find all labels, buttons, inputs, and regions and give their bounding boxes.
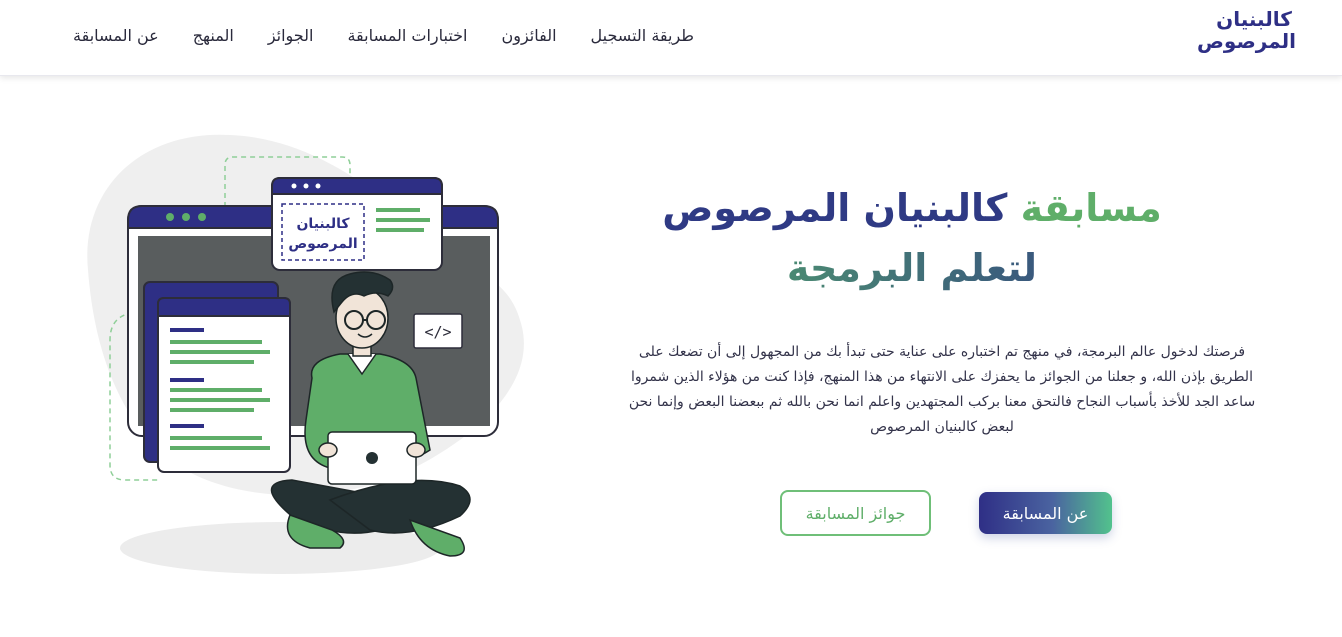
top-navbar: كالبنيان المرصوص عن المسابقة المنهج الجو… [0,0,1342,76]
nav-link-tests[interactable]: اختبارات المسابقة [347,26,467,45]
nav-link-winners[interactable]: الفائزون [501,26,556,45]
browser-dot-3 [198,213,206,221]
about-competition-button[interactable]: عن المسابقة [979,492,1112,534]
nav-link-curriculum[interactable]: المنهج [193,26,234,45]
hero-title-word-2: كالبنيان المرصوص [662,186,1008,230]
hero-title-word-1: مسابقة [1020,186,1162,230]
logo-line-1: كالبنيان [1216,7,1292,31]
nav-link-about[interactable]: عن المسابقة [73,26,159,45]
front-document [157,297,291,473]
nav-link-registration[interactable]: طريقة التسجيل [591,26,694,45]
logo-card-header [271,177,443,195]
main-nav: عن المسابقة المنهج الجوائز اختبارات المس… [73,0,694,70]
hero-description: فرصتك لدخول عالم البرمجة، في منهج تم اخت… [628,344,1256,435]
logo-card-text-2: المرصوص [288,236,357,252]
hero-title-line-1: مسابقة كالبنيان المرصوص [632,178,1192,238]
logo-line-2: المرصوص [1197,29,1296,53]
hero-title: مسابقة كالبنيان المرصوص لتعلم البرمجة [632,178,1192,298]
nav-link-prizes[interactable]: الجوائز [268,26,314,45]
competition-prizes-button[interactable]: جوائز المسابقة [780,490,931,536]
browser-dot-1 [166,213,174,221]
browser-dot-2 [182,213,190,221]
code-tag-text: </> [424,323,451,341]
front-document-header [157,297,291,317]
site-logo[interactable]: كالبنيان المرصوص [1197,7,1296,58]
logo-card-text-1: كالبنيان [296,216,350,232]
hero-title-line-2: لتعلم البرمجة [632,238,1192,298]
hero-illustration: </> كالبنيان المرصوص [80,120,550,590]
